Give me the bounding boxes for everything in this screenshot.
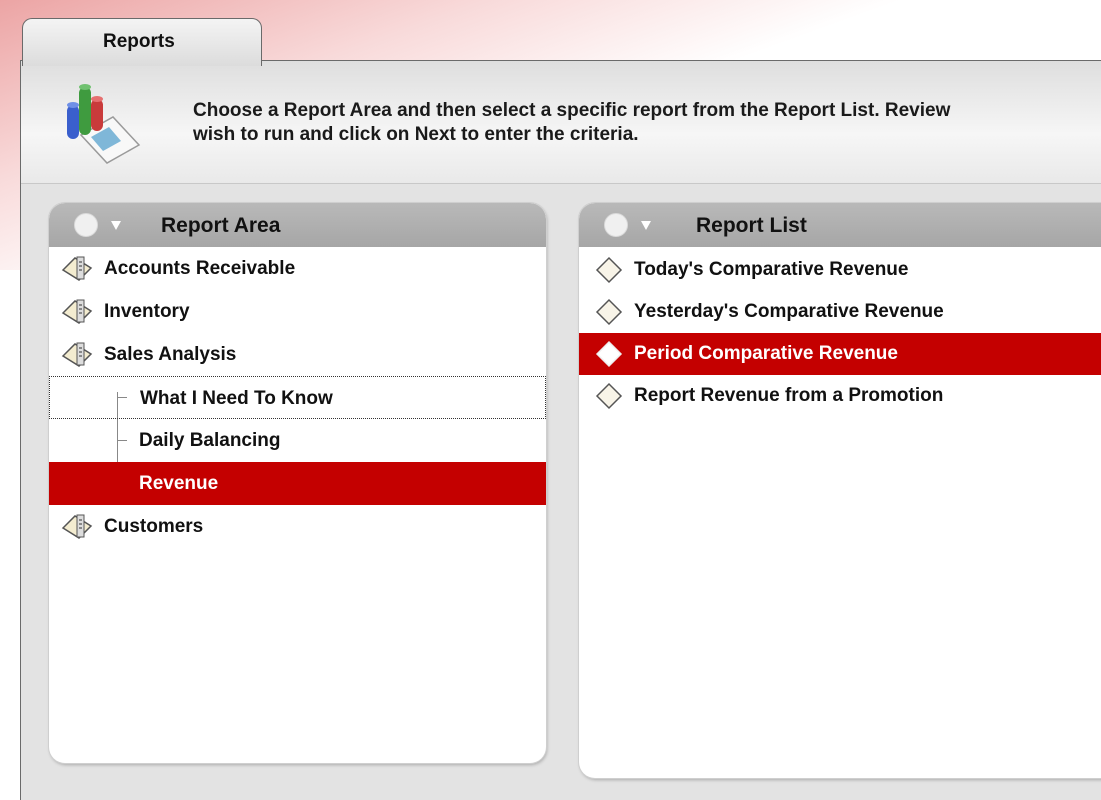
report-item-label: Period Comparative Revenue: [634, 343, 898, 364]
tree-item-accounts-receivable[interactable]: Accounts Receivable: [49, 247, 546, 290]
clipboard-icon: [61, 299, 93, 324]
clipboard-icon: [61, 342, 93, 367]
clipboard-icon: [61, 256, 93, 281]
tree-item-label: Customers: [104, 516, 204, 537]
report-list-items: Today's Comparative Revenue Yesterday's …: [579, 247, 1101, 417]
dropdown-arrow-icon[interactable]: [641, 221, 651, 230]
report-item-yesterdays-comparative-revenue[interactable]: Yesterday's Comparative Revenue: [579, 291, 1101, 333]
tree-item-label: What I Need To Know: [140, 388, 333, 409]
report-item-todays-comparative-revenue[interactable]: Today's Comparative Revenue: [579, 249, 1101, 291]
folder-icon: [74, 213, 98, 237]
instructions-header: Choose a Report Area and then select a s…: [21, 61, 1101, 184]
tree-item-what-i-need-to-know[interactable]: What I Need To Know: [49, 376, 546, 419]
tree-item-label: Sales Analysis: [104, 344, 237, 365]
instructions-line-2: wish to run and click on Next to enter t…: [193, 124, 639, 145]
report-item-label: Report Revenue from a Promotion: [634, 385, 944, 406]
report-list-title: Report List: [696, 214, 807, 237]
instructions-line-1: Choose a Report Area and then select a s…: [193, 100, 951, 121]
report-page-icon: [595, 340, 623, 368]
report-list-panel: Report List Today's Comparative Revenue …: [579, 203, 1101, 778]
report-list-header: Report List: [579, 203, 1101, 247]
report-item-report-revenue-from-a-promotion[interactable]: Report Revenue from a Promotion: [579, 375, 1101, 417]
dropdown-arrow-icon[interactable]: [111, 221, 121, 230]
report-area-tree: Accounts Receivable Inventory Sales Anal…: [49, 247, 546, 548]
clipboard-icon: [61, 514, 93, 539]
report-page-icon: [595, 256, 623, 284]
tree-item-sales-analysis[interactable]: Sales Analysis: [49, 333, 546, 376]
document-icon: [604, 213, 628, 237]
report-area-title: Report Area: [161, 214, 281, 237]
tab-reports[interactable]: Reports: [22, 18, 262, 66]
tree-item-label: Daily Balancing: [139, 430, 281, 451]
report-area-panel: Report Area Accounts Receivable Inventor…: [49, 203, 546, 763]
tree-item-customers[interactable]: Customers: [49, 505, 546, 548]
report-item-period-comparative-revenue[interactable]: Period Comparative Revenue: [579, 333, 1101, 375]
report-item-label: Yesterday's Comparative Revenue: [634, 301, 944, 322]
tree-item-label: Revenue: [139, 473, 219, 494]
reports-chart-icon: [67, 84, 141, 164]
tree-item-inventory[interactable]: Inventory: [49, 290, 546, 333]
reports-frame: Choose a Report Area and then select a s…: [20, 60, 1101, 800]
report-page-icon: [595, 382, 623, 410]
report-area-header: Report Area: [49, 203, 546, 247]
tree-item-label: Accounts Receivable: [104, 258, 296, 279]
report-item-label: Today's Comparative Revenue: [634, 259, 909, 280]
tab-reports-label: Reports: [103, 31, 175, 52]
instructions-text: Choose a Report Area and then select a s…: [193, 99, 1101, 147]
tree-item-revenue[interactable]: Revenue: [49, 462, 546, 505]
tree-item-label: Inventory: [104, 301, 190, 322]
report-page-icon: [595, 298, 623, 326]
tree-item-daily-balancing[interactable]: Daily Balancing: [49, 419, 546, 462]
